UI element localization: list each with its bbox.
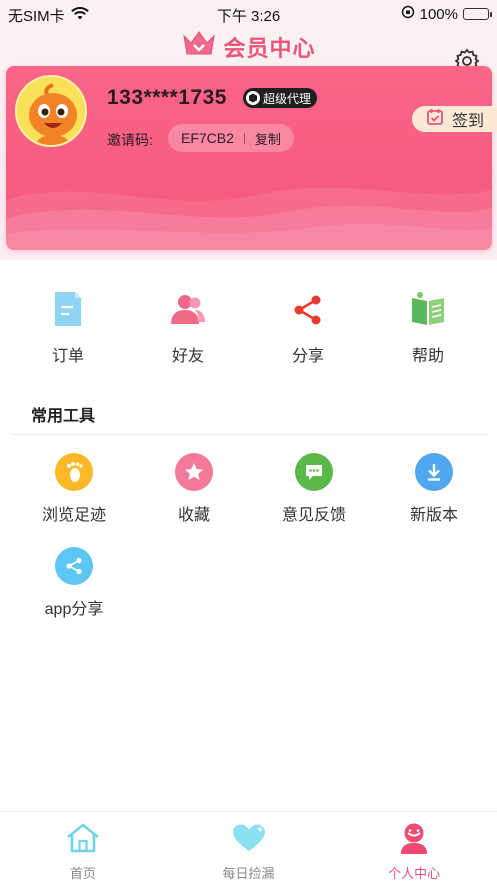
footprint-icon: [55, 453, 93, 491]
quick-item-share[interactable]: 分享: [248, 290, 368, 365]
battery-icon: [463, 8, 492, 20]
invite-code-separator: [243, 132, 245, 144]
mascot-avatar-image: [17, 77, 85, 145]
badge-hexagon-icon: [246, 91, 260, 105]
user-phone: 133****1735: [107, 86, 227, 109]
member-level-text: 超级代理: [263, 91, 312, 106]
invite-code-value: EF7CB2: [181, 130, 234, 146]
quick-item-help[interactable]: 帮助: [368, 290, 488, 365]
tool-item-new-version[interactable]: 新版本: [374, 453, 494, 525]
tool-item-label: 新版本: [409, 507, 458, 524]
tool-item-feedback[interactable]: 意见反馈: [254, 453, 374, 525]
member-level-badge: 超级代理: [243, 88, 318, 108]
page-header: 会员中心: [0, 30, 497, 63]
quick-menu: 订单 好友 分享 帮助: [0, 290, 497, 365]
nav-home-label: 首页: [69, 866, 96, 881]
share-icon: [289, 290, 327, 333]
avatar[interactable]: [15, 75, 87, 147]
crown-icon: [181, 30, 217, 63]
calendar-check-icon: [426, 108, 444, 131]
section-divider: [11, 434, 487, 435]
quick-item-orders[interactable]: 订单: [8, 290, 128, 365]
tool-item-label: 浏览足迹: [41, 507, 106, 524]
tool-item-history[interactable]: 浏览足迹: [14, 453, 134, 525]
home-icon: [64, 822, 102, 859]
tool-item-favorites[interactable]: 收藏: [134, 453, 254, 525]
tool-item-app-share[interactable]: app分享: [14, 547, 134, 619]
nav-home[interactable]: 首页: [0, 812, 166, 883]
card-wave-decoration: [6, 187, 492, 250]
feedback-chat-icon: [295, 453, 333, 491]
nav-daily-deals[interactable]: 每日捡漏: [166, 812, 332, 883]
status-bar: 无SIM卡 下午 3:26 100%: [0, 0, 497, 28]
tools-section-title: 常用工具: [31, 408, 96, 425]
order-document-icon: [51, 290, 85, 333]
download-icon: [415, 453, 453, 491]
tools-row: 浏览足迹 收藏 意见反馈 新版本: [0, 453, 497, 525]
nav-profile-label: 个人中心: [388, 866, 441, 881]
invite-code-label: 邀请码:: [107, 132, 153, 148]
quick-item-label: 好友: [171, 348, 204, 365]
page-title: 会员中心: [223, 35, 316, 61]
nav-daily-deals-label: 每日捡漏: [222, 866, 275, 881]
friends-icon: [169, 290, 207, 333]
copy-invite-code-button[interactable]: 复制: [255, 129, 281, 148]
invite-code-box: EF7CB2 复制: [168, 124, 294, 152]
nav-profile[interactable]: 个人中心: [331, 812, 497, 883]
tool-item-label: 收藏: [177, 507, 210, 524]
quick-item-label: 帮助: [411, 348, 444, 365]
quick-item-label: 分享: [291, 348, 324, 365]
tool-item-label: app分享: [44, 601, 104, 618]
heart-icon: [230, 822, 268, 859]
status-right: 100%: [401, 5, 492, 23]
app-share-icon: [55, 547, 93, 585]
checkin-button[interactable]: 签到: [412, 106, 497, 132]
battery-percent: 100%: [419, 5, 458, 23]
tool-item-label: 意见反馈: [281, 507, 346, 524]
help-book-icon: [409, 290, 447, 333]
star-icon: [175, 453, 213, 491]
member-card: 133****1735 超级代理 邀请码: EF7CB2 复制: [6, 66, 492, 250]
quick-item-friends[interactable]: 好友: [128, 290, 248, 365]
orientation-lock-icon: [401, 5, 415, 23]
bottom-nav: 首页 每日捡漏 个人中心: [0, 811, 497, 883]
quick-item-label: 订单: [51, 348, 84, 365]
tools-row: app分享: [0, 547, 497, 619]
checkin-label: 签到: [452, 113, 485, 130]
person-icon: [395, 822, 433, 859]
